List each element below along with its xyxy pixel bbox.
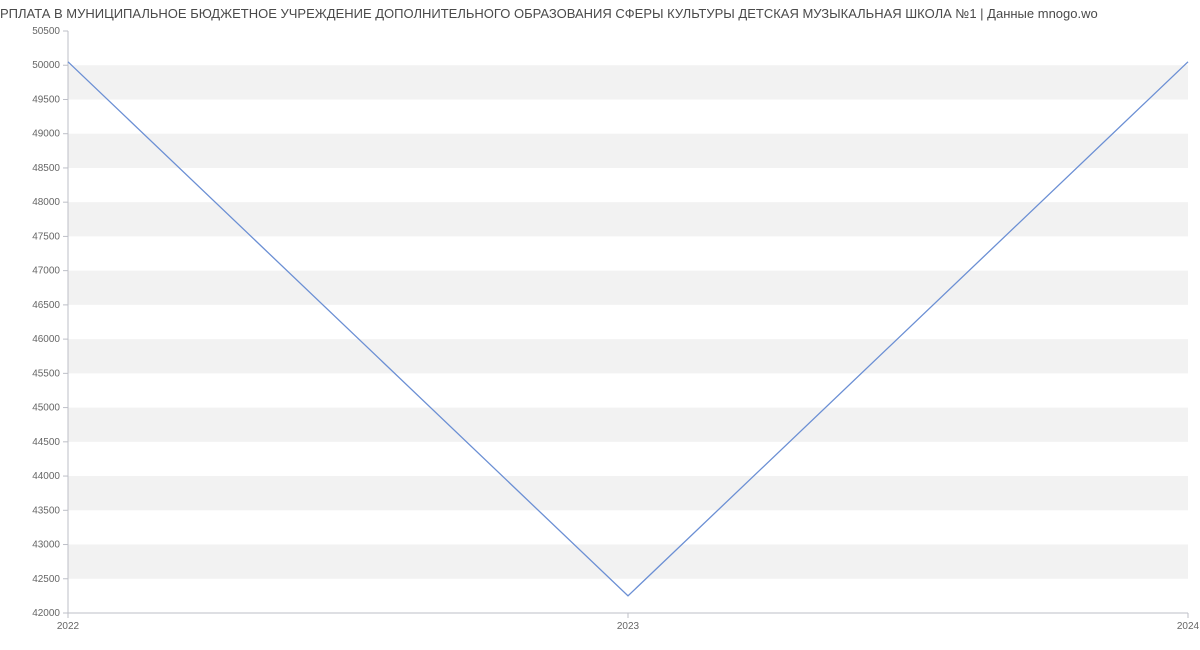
chart-title: РПЛАТА В МУНИЦИПАЛЬНОЕ БЮДЖЕТНОЕ УЧРЕЖДЕ… [0,0,1200,25]
svg-text:46000: 46000 [32,334,60,345]
svg-text:44000: 44000 [32,471,60,482]
svg-text:48500: 48500 [32,163,60,174]
svg-text:2024: 2024 [1177,621,1200,632]
svg-text:49000: 49000 [32,129,60,140]
svg-text:45500: 45500 [32,368,60,379]
svg-text:47500: 47500 [32,231,60,242]
chart-area: 42000 42500 43000 43500 44000 44500 45000 45500… [0,25,1200,637]
line-chart: 42000 42500 43000 43500 44000 44500 45000 45500… [0,25,1200,637]
svg-text:49500: 49500 [32,94,60,105]
svg-text:50000: 50000 [32,60,60,71]
svg-text:48000: 48000 [32,197,60,208]
svg-text:2022: 2022 [57,621,80,632]
svg-text:47000: 47000 [32,266,60,277]
svg-text:45000: 45000 [32,403,60,414]
svg-text:43500: 43500 [32,505,60,516]
svg-text:43000: 43000 [32,540,60,551]
svg-text:50500: 50500 [32,26,60,37]
svg-text:2023: 2023 [617,621,640,632]
svg-text:42000: 42000 [32,608,60,619]
svg-text:44500: 44500 [32,437,60,448]
svg-text:46500: 46500 [32,300,60,311]
svg-text:42500: 42500 [32,574,60,585]
